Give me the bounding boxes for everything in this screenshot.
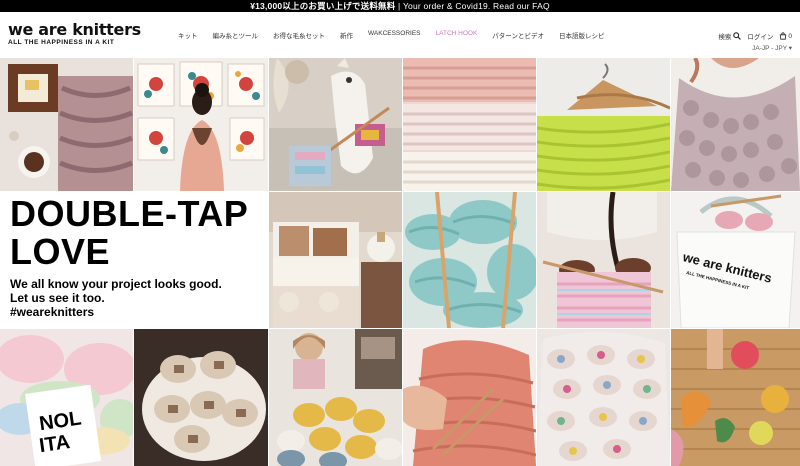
photo-tile-chunky-scarf[interactable] <box>671 58 800 191</box>
nav-item-yarn-sets[interactable]: お得な毛糸セット <box>273 30 325 40</box>
photo-tile-tote-bag[interactable]: we are knitters ALL THE HAPPINESS IN A K… <box>671 192 800 328</box>
photo-tile-multicolor-blanket[interactable] <box>537 329 670 466</box>
photo-tile-mint-yarn-needles[interactable] <box>403 192 536 328</box>
photo-tile-pastel-knitting[interactable] <box>537 192 670 328</box>
locale-label: JA-JP - JPY <box>752 45 787 52</box>
instagram-grid: DOUBLE-TAP LOVE We all know your project… <box>0 58 800 466</box>
photo-tile-yarn-skeins-fur[interactable] <box>134 329 268 466</box>
photo-tile-pink-knit-stack[interactable] <box>403 58 536 191</box>
main-nav: キット 編み糸とツール お得な毛糸セット 新作 WAKCESSORIES LAT… <box>178 30 619 40</box>
photo-bedroom <box>269 192 402 328</box>
photo-tile-coral-knit-hands[interactable] <box>403 329 536 466</box>
photo-multicolor-blanket <box>537 329 670 466</box>
search-icon <box>733 32 742 40</box>
photo-chunky-scarf <box>671 58 800 191</box>
photo-pink-knit-stack <box>403 58 536 191</box>
promo-headline-1: DOUBLE-TAP <box>10 193 249 234</box>
nav-item-kits[interactable]: キット <box>178 30 198 40</box>
photo-tile-lime-knit-hanger[interactable] <box>537 58 670 191</box>
promo-hashtag: #weareknitters <box>10 305 95 319</box>
free-shipping-text: ¥13,000以上のお買い上げで送料無料 <box>250 1 396 11</box>
photo-pastel-knitting <box>537 192 670 328</box>
photo-llama-toy <box>269 58 402 191</box>
photo-blanket-breakfast <box>0 58 133 191</box>
photo-tote-bag: we are knitters ALL THE HAPPINESS IN A K… <box>671 192 800 328</box>
photo-mint-yarn-needles <box>403 192 536 328</box>
locale-selector[interactable]: JA-JP - JPY ▾ <box>752 44 792 52</box>
photo-nolita-kit: NOL ITA <box>0 329 133 466</box>
promo-body: We all know your project looks good. Let… <box>10 277 258 319</box>
nav-item-patterns-videos[interactable]: パターンとビデオ <box>492 30 544 40</box>
nav-item-new[interactable]: 新作 <box>340 30 353 40</box>
logo-text: we are knitters <box>8 20 141 39</box>
nav-item-wakcessories[interactable]: WAKCESSORIES <box>368 30 421 40</box>
photo-child-yarn-basket <box>269 329 402 466</box>
search-label: 検索 <box>718 34 732 41</box>
chevron-down-icon: ▾ <box>788 45 792 52</box>
logo-tagline: ALL THE HAPPINESS IN A KIT <box>8 39 115 46</box>
promo-headline-2: LOVE <box>10 231 111 272</box>
photo-tile-nolita-kit[interactable]: NOL ITA <box>0 329 133 466</box>
photo-tile-llama-toy[interactable] <box>269 58 402 191</box>
promo-body-line-2: Let us see it too. <box>10 291 105 305</box>
site-header: we are knitters ALL THE HAPPINESS IN A K… <box>0 12 800 58</box>
cart-count: 0 <box>788 32 792 40</box>
announcement-divider: | <box>397 1 401 11</box>
photo-tile-kids-yarn-balls[interactable] <box>671 329 800 466</box>
cart-button[interactable]: 0 <box>779 32 792 40</box>
photo-tile-blanket-breakfast[interactable] <box>0 58 133 191</box>
search-button[interactable]: 検索 <box>718 31 742 41</box>
login-link[interactable]: ログイン <box>747 31 773 41</box>
promo-body-line-1: We all know your project looks good. <box>10 277 222 291</box>
announcement-bar[interactable]: ¥13,000以上のお買い上げで送料無料 | Your order & Covi… <box>0 0 800 12</box>
photo-coral-knit-hands <box>403 329 536 466</box>
nav-item-latch-hook[interactable]: LATCH HOOK <box>436 30 478 40</box>
nav-item-japanese-recipes[interactable]: 日本語版レシピ <box>559 30 605 40</box>
logo[interactable]: we are knitters ALL THE HAPPINESS IN A K… <box>8 21 141 46</box>
nav-item-yarn-tools[interactable]: 編み糸とツール <box>213 30 259 40</box>
photo-yarn-skeins-fur <box>134 329 268 466</box>
photo-tile-woman-art-wall[interactable] <box>134 58 268 191</box>
photo-kids-yarn-balls <box>671 329 800 466</box>
photo-tile-child-yarn-basket[interactable] <box>269 329 402 466</box>
header-actions: 検索 ログイン 0 <box>712 31 792 41</box>
double-tap-promo: DOUBLE-TAP LOVE We all know your project… <box>0 191 268 328</box>
cart-icon <box>780 32 787 40</box>
faq-link[interactable]: Your order & Covid19. Read our FAQ <box>403 1 550 11</box>
photo-lime-knit-hanger <box>537 58 670 191</box>
photo-woman-art-wall <box>134 58 268 191</box>
photo-tile-bedroom[interactable] <box>269 192 402 328</box>
nolita-label-line-2: ITA <box>38 431 71 457</box>
